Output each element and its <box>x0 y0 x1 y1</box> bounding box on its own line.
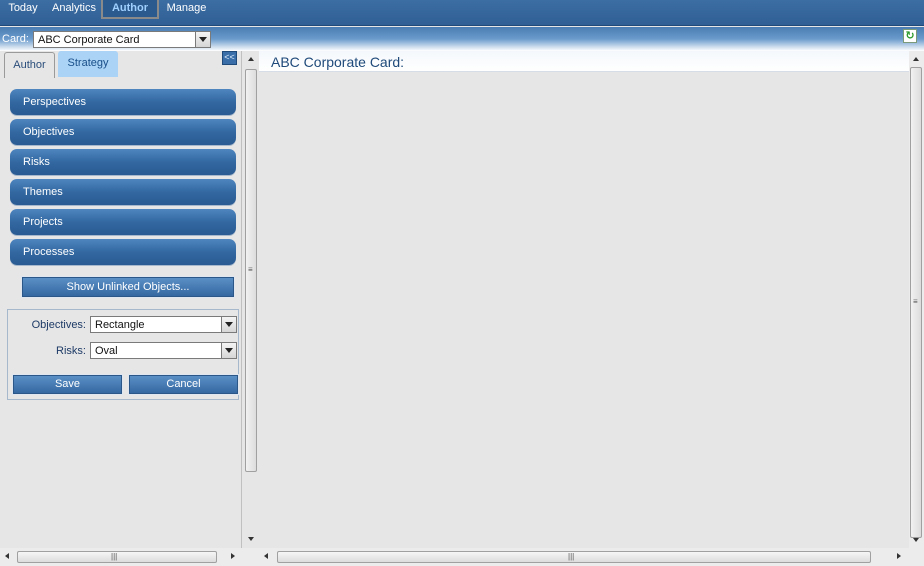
tab-author[interactable]: Author <box>4 52 55 78</box>
main-vertical-scrollbar[interactable]: ≡ <box>909 51 924 548</box>
processes-button[interactable]: Processes <box>10 239 236 265</box>
risks-shape-value: Oval <box>95 345 118 357</box>
refresh-icon[interactable]: ↻ <box>903 29 917 43</box>
card-select[interactable]: ABC Corporate Card <box>33 31 211 48</box>
nav-author[interactable]: Author <box>101 0 159 19</box>
show-unlinked-objects-button[interactable]: Show Unlinked Objects... <box>21 276 235 298</box>
scroll-left-icon[interactable] <box>5 553 9 559</box>
chevron-down-icon[interactable] <box>195 32 210 47</box>
save-button[interactable]: Save <box>12 374 123 395</box>
tab-strategy[interactable]: Strategy <box>58 51 118 77</box>
left-panel: Author Strategy << Perspectives Objectiv… <box>0 51 242 548</box>
objectives-shape-label: Objectives: <box>31 319 86 331</box>
nav-analytics[interactable]: Analytics <box>50 0 98 19</box>
card-bar: Card: ABC Corporate Card <box>0 27 924 51</box>
bottom-scrollbars: ||| ||| <box>0 548 924 566</box>
scroll-up-icon[interactable] <box>248 57 254 61</box>
left-horizontal-scrollbar[interactable]: ||| <box>0 548 242 566</box>
grip-icon: ≡ <box>248 265 253 274</box>
objectives-button[interactable]: Objectives <box>10 119 236 145</box>
card-label: Card: <box>2 33 29 45</box>
scroll-right-icon[interactable] <box>231 553 235 559</box>
nav-manage[interactable]: Manage <box>163 0 210 19</box>
objectives-shape-select[interactable]: Rectangle <box>90 316 237 333</box>
scroll-left-icon[interactable] <box>264 553 268 559</box>
themes-button[interactable]: Themes <box>10 179 236 205</box>
left-panel-scrollbar[interactable]: ≡ <box>243 51 259 548</box>
page-title: ABC Corporate Card: <box>271 54 405 70</box>
scroll-down-icon[interactable] <box>913 538 919 542</box>
left-scroll-thumb[interactable]: ≡ <box>245 69 257 472</box>
grip-icon: ||| <box>111 552 118 561</box>
collapse-panel-button[interactable]: << <box>222 51 237 65</box>
chevron-down-icon[interactable] <box>221 343 236 358</box>
risks-shape-label: Risks: <box>56 345 86 357</box>
grip-icon: ||| <box>568 552 575 561</box>
shape-settings-box: Objectives: Rectangle Risks: Oval Save C… <box>7 309 239 400</box>
top-nav-bar: Today Analytics Author Manage <box>0 0 924 26</box>
left-hscroll-thumb[interactable]: ||| <box>17 551 217 563</box>
projects-button[interactable]: Projects <box>10 209 236 235</box>
grip-icon: ≡ <box>913 297 918 306</box>
scroll-up-icon[interactable] <box>913 57 919 61</box>
nav-today[interactable]: Today <box>4 0 42 19</box>
risks-button[interactable]: Risks <box>10 149 236 175</box>
main-horizontal-scrollbar[interactable]: ||| <box>259 548 909 566</box>
risks-shape-select[interactable]: Oval <box>90 342 237 359</box>
scroll-right-icon[interactable] <box>897 553 901 559</box>
objectives-shape-value: Rectangle <box>95 319 145 331</box>
perspectives-button[interactable]: Perspectives <box>10 89 236 115</box>
chevron-down-icon[interactable] <box>221 317 236 332</box>
main-header: ABC Corporate Card: <box>259 51 909 72</box>
main-canvas: ABC Corporate Card: <box>259 51 909 548</box>
main-hscroll-thumb[interactable]: ||| <box>277 551 871 563</box>
cancel-button[interactable]: Cancel <box>128 374 239 395</box>
main-vscroll-thumb[interactable]: ≡ <box>910 67 922 538</box>
scroll-down-icon[interactable] <box>248 537 254 541</box>
card-select-value: ABC Corporate Card <box>38 34 140 46</box>
